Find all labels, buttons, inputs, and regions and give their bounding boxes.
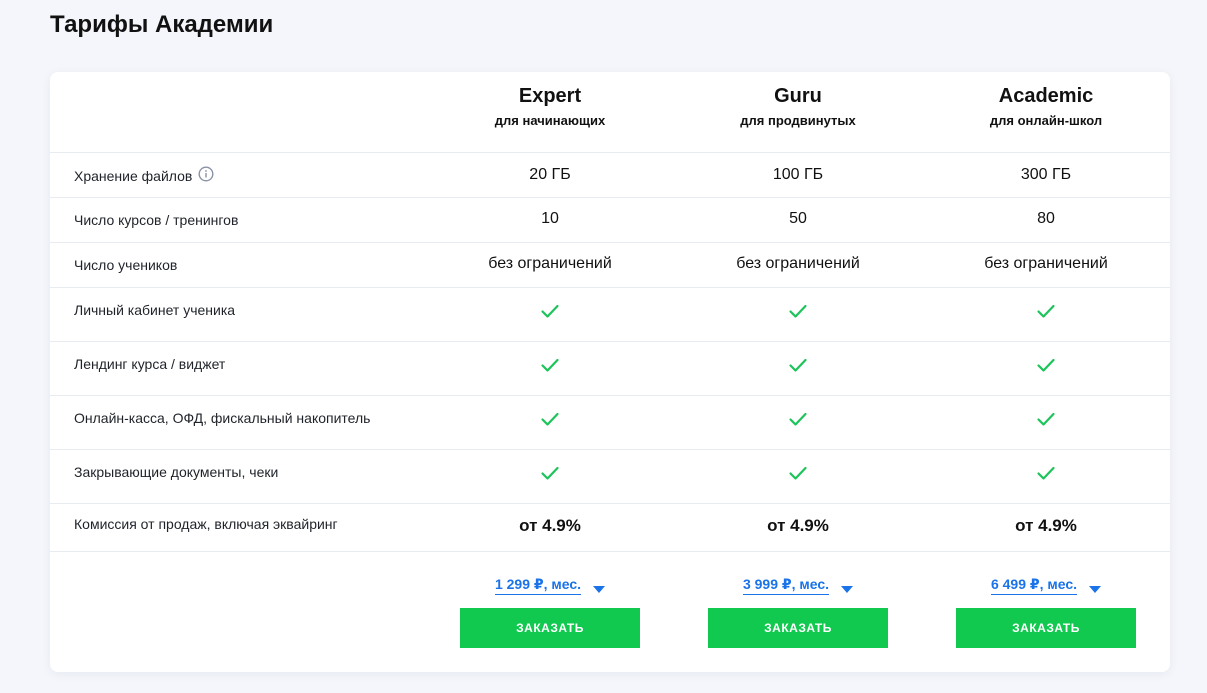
order-button-academic[interactable]: ЗАКАЗАТЬ [956,608,1136,648]
caret-down-icon[interactable] [1089,581,1102,599]
checkmark-icon [956,355,1136,375]
plan-header-expert: Expert для начинающих [460,83,640,130]
feature-row-documents: Закрывающие документы, чеки [50,450,1170,504]
caret-down-icon[interactable] [593,581,606,599]
feature-value: от 4.9% [519,516,581,535]
feature-label: Число учеников [74,257,178,273]
order-button-guru[interactable]: ЗАКАЗАТЬ [708,608,888,648]
plan-header-guru: Guru для продвинутых [708,83,888,130]
plan-name: Expert [518,85,582,107]
checkmark-icon [956,463,1136,483]
checkmark-icon [956,409,1136,429]
pricing-table: Expert для начинающих Guru для продвинут… [50,72,1170,672]
plan-name: Guru [774,85,822,107]
plan-header-academic: Academic для онлайн-школ [956,83,1136,130]
feature-row-storage: Хранение файлов 20 ГБ 100 ГБ 300 ГБ [50,153,1170,198]
feature-value: 80 [1037,210,1055,227]
feature-value: 300 ГБ [1020,166,1072,183]
price-value[interactable]: 6 499 ₽, мес. [990,575,1078,595]
feature-label-text: Хранение файлов [74,168,193,184]
feature-row-students: Число учеников без ограничений без огран… [50,243,1170,288]
feature-value: 100 ГБ [772,166,824,183]
feature-row-online-cash: Онлайн-касса, ОФД, фискальный накопитель [50,396,1170,450]
checkmark-icon [708,301,888,321]
checkmark-icon [956,301,1136,321]
feature-value: 10 [541,210,559,227]
plan-subtitle: для онлайн-школ [989,113,1103,128]
plan-header-row: Expert для начинающих Guru для продвинут… [50,72,1170,153]
feature-label: Личный кабинет ученика [74,302,236,318]
feature-value: 50 [789,210,807,227]
checkmark-icon [460,301,640,321]
checkmark-icon [708,355,888,375]
feature-row-student-cabinet: Личный кабинет ученика [50,288,1170,342]
feature-row-courses: Число курсов / тренингов 10 50 80 [50,198,1170,243]
feature-label: Лендинг курса / виджет [74,356,226,372]
feature-value: от 4.9% [1015,516,1077,535]
feature-label: Онлайн-касса, ОФД, фискальный накопитель [74,410,371,426]
caret-down-icon[interactable] [841,581,854,599]
feature-row-commission: Комиссия от продаж, включая эквайринг от… [50,504,1170,552]
feature-label: Комиссия от продаж, включая эквайринг [74,516,338,532]
feature-value: без ограничений [736,255,860,272]
feature-value: без ограничений [984,255,1108,272]
feature-label: Хранение файлов [74,166,214,186]
checkmark-icon [708,463,888,483]
feature-value: от 4.9% [767,516,829,535]
feature-label: Число курсов / тренингов [74,212,239,228]
plan-name: Academic [998,85,1094,107]
page-title: Тарифы Академии [50,11,274,38]
checkmark-icon [460,355,640,375]
price-period-select[interactable]: 6 499 ₽, мес. [956,575,1136,597]
plan-subtitle: для продвинутых [740,113,856,128]
checkmark-icon [460,409,640,429]
feature-value: 20 ГБ [529,166,571,183]
order-button-expert[interactable]: ЗАКАЗАТЬ [460,608,640,648]
feature-value: без ограничений [488,255,612,272]
info-circle-icon[interactable] [198,166,214,186]
price-period-select[interactable]: 1 299 ₽, мес. [460,575,640,597]
feature-label: Закрывающие документы, чеки [74,464,279,480]
price-value[interactable]: 1 299 ₽, мес. [494,575,582,595]
price-value[interactable]: 3 999 ₽, мес. [742,575,830,595]
checkmark-icon [708,409,888,429]
checkmark-icon [460,463,640,483]
plan-subtitle: для начинающих [494,113,606,128]
feature-row-landing: Лендинг курса / виджет [50,342,1170,396]
price-period-select[interactable]: 3 999 ₽, мес. [708,575,888,597]
